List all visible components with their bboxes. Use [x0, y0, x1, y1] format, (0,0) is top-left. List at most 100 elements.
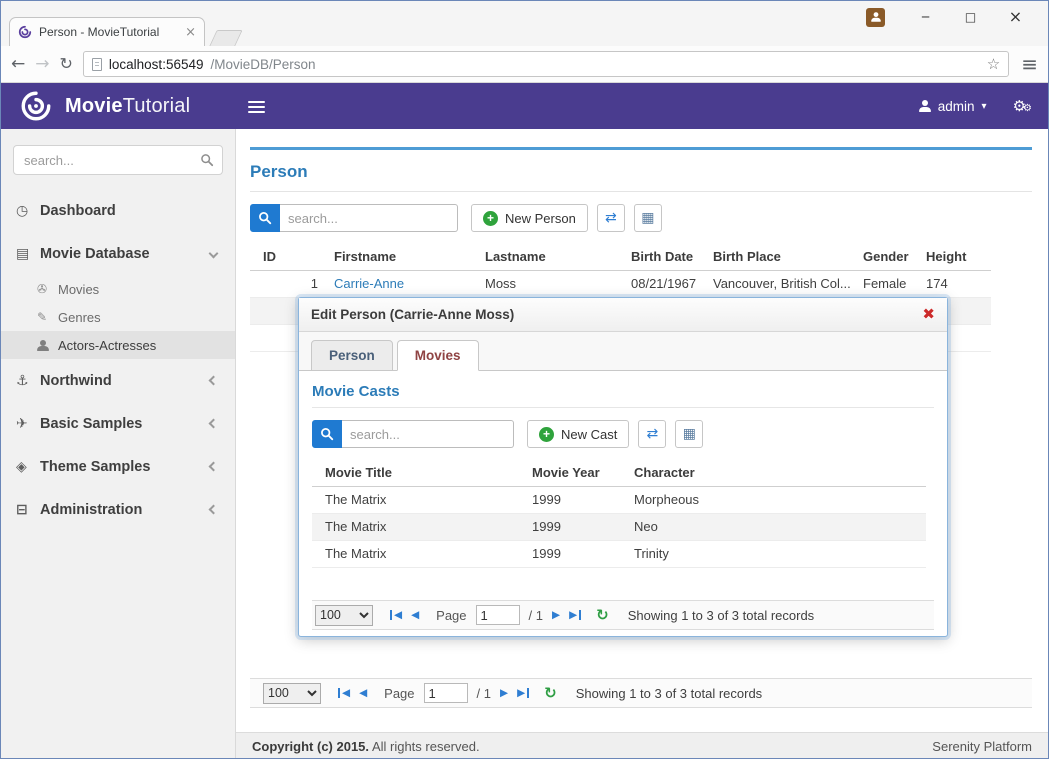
sidebar-item-label: Dashboard: [40, 203, 235, 219]
first-page-button[interactable]: ◀: [390, 610, 402, 621]
copyright: Copyright (c) 2015. All rights reserved.: [252, 739, 480, 754]
column-picker-button[interactable]: ▦: [634, 204, 662, 232]
search-icon: [320, 427, 334, 441]
platform-label: Serenity Platform: [932, 739, 1032, 754]
bookmark-star-icon[interactable]: ☆: [987, 55, 1000, 73]
last-page-button[interactable]: ▶: [517, 688, 529, 699]
grid-search-button[interactable]: [250, 204, 280, 232]
sidebar-item-northwind[interactable]: ⚓Northwind: [1, 359, 235, 402]
grid-header-row: IDFirstnameLastnameBirth DateBirth Place…: [250, 244, 991, 270]
close-button[interactable]: ×: [993, 5, 1038, 29]
sidebar-search-input[interactable]: [13, 145, 223, 175]
sidebar-item-genres[interactable]: ✎Genres: [1, 303, 235, 331]
column-header-character[interactable]: Character: [634, 460, 926, 486]
browser-menu-icon[interactable]: ≡: [1021, 54, 1038, 74]
forward-button[interactable]: →: [35, 56, 49, 73]
sidebar-item-movie-database[interactable]: ▤Movie Database: [1, 232, 235, 275]
minimize-button[interactable]: ─: [903, 5, 948, 29]
user-name: admin: [938, 99, 975, 114]
toggle-deleted-button[interactable]: ⇄: [597, 204, 625, 232]
page-number-input[interactable]: [476, 605, 520, 625]
sidebar-toggle-icon[interactable]: [248, 98, 265, 116]
movie-casts-grid: Movie TitleMovie YearCharacterThe Matrix…: [312, 460, 926, 568]
grid-search-input[interactable]: [280, 204, 458, 232]
back-button[interactable]: ←: [11, 56, 25, 73]
new-person-button[interactable]: + New Person: [471, 204, 588, 232]
sidebar-item-label: Genres: [58, 310, 235, 325]
profile-avatar[interactable]: [866, 8, 885, 27]
column-header-gender[interactable]: Gender: [863, 244, 926, 270]
sidebar: ◷Dashboard▤Movie Database✇Movies✎GenresA…: [1, 129, 236, 759]
sidebar-search: [13, 145, 223, 175]
copyright-strong: Copyright (c) 2015.: [252, 739, 369, 754]
table-cell: Trinity: [634, 540, 926, 567]
table-row[interactable]: The Matrix1999Neo: [312, 513, 926, 540]
column-header-movie-year[interactable]: Movie Year: [532, 460, 634, 486]
column-header-birth-place[interactable]: Birth Place: [713, 244, 863, 270]
basic-samples-icon: ✈: [16, 416, 40, 432]
prev-page-button[interactable]: ◀: [411, 610, 419, 621]
table-cell: The Matrix: [312, 486, 532, 513]
page-count-label: / 1: [477, 686, 491, 701]
record-link[interactable]: Carrie-Anne: [334, 276, 404, 291]
movie-database-icon: ▤: [16, 246, 40, 262]
exchange-arrows-icon: ⇄: [646, 427, 658, 441]
sidebar-item-label: Movie Database: [40, 246, 210, 262]
casts-search-button[interactable]: [312, 420, 342, 448]
sidebar-item-theme-samples[interactable]: ◈Theme Samples: [1, 445, 235, 488]
toggle-deleted-button[interactable]: ⇄: [638, 420, 666, 448]
column-header-lastname[interactable]: Lastname: [485, 244, 631, 270]
column-header-id[interactable]: ID: [250, 244, 334, 270]
column-header-height[interactable]: Height: [926, 244, 991, 270]
new-tab-button[interactable]: [209, 30, 242, 46]
movies-icon: ✇: [37, 282, 58, 296]
sidebar-item-dashboard[interactable]: ◷Dashboard: [1, 189, 235, 232]
column-header-firstname[interactable]: Firstname: [334, 244, 485, 270]
sidebar-item-label: Actors-Actresses: [58, 338, 235, 353]
dialog-toolbar: + New Cast ⇄ ▦: [312, 420, 934, 448]
next-page-button[interactable]: ▶: [552, 610, 560, 621]
dialog-titlebar[interactable]: Edit Person (Carrie-Anne Moss) ✖: [299, 298, 947, 332]
last-page-button[interactable]: ▶: [569, 610, 581, 621]
sidebar-item-label: Administration: [40, 502, 210, 518]
browser-tab[interactable]: Person - MovieTutorial ×: [9, 17, 205, 46]
sidebar-item-administration[interactable]: ⊟Administration: [1, 488, 235, 531]
column-header-movie-title[interactable]: Movie Title: [312, 460, 532, 486]
table-row[interactable]: 1Carrie-AnneMoss08/21/1967Vancouver, Bri…: [250, 270, 991, 297]
column-picker-button[interactable]: ▦: [675, 420, 703, 448]
address-bar[interactable]: localhost:56549 /MovieDB/Person ☆: [83, 51, 1009, 77]
caret-down-icon: ▾: [982, 101, 987, 112]
sidebar-item-label: Northwind: [40, 373, 210, 389]
sidebar-item-movies[interactable]: ✇Movies: [1, 275, 235, 303]
tab-movies[interactable]: Movies: [397, 340, 479, 371]
prev-page-button[interactable]: ◀: [359, 688, 367, 699]
table-cell: Vancouver, British Col...: [713, 270, 863, 297]
page-number-input[interactable]: [424, 683, 468, 703]
new-cast-button[interactable]: + New Cast: [527, 420, 629, 448]
next-page-button[interactable]: ▶: [500, 688, 508, 699]
sidebar-item-basic-samples[interactable]: ✈Basic Samples: [1, 402, 235, 445]
column-header-birth-date[interactable]: Birth Date: [631, 244, 713, 270]
maximize-button[interactable]: □: [948, 5, 993, 29]
pager-status: Showing 1 to 3 of 3 total records: [576, 686, 762, 701]
sidebar-item-actors-actresses[interactable]: Actors-Actresses: [1, 331, 235, 359]
dialog-grid-pager: 100 ◀ ◀ Page / 1 ▶ ▶ ↻ Showing 1 to 3 of…: [312, 600, 934, 630]
page-count-label: / 1: [529, 608, 543, 623]
page-size-select[interactable]: 100: [263, 683, 321, 704]
table-row[interactable]: The Matrix1999Morpheous: [312, 486, 926, 513]
tab-person[interactable]: Person: [311, 340, 393, 371]
first-page-button[interactable]: ◀: [338, 688, 350, 699]
chevron-left-icon: [209, 376, 219, 386]
refresh-icon[interactable]: ↻: [596, 608, 609, 623]
dialog-close-button[interactable]: ✖: [922, 307, 935, 322]
settings-gears-icon[interactable]: ⚙ ⚙: [1013, 99, 1032, 114]
user-menu[interactable]: admin ▾: [919, 99, 987, 114]
refresh-icon[interactable]: ↻: [544, 686, 557, 701]
casts-search-input[interactable]: [342, 420, 514, 448]
page-size-select[interactable]: 100: [315, 605, 373, 626]
table-row[interactable]: The Matrix1999Trinity: [312, 540, 926, 567]
reload-button[interactable]: ↻: [60, 56, 73, 72]
tab-close-icon[interactable]: ×: [185, 26, 196, 39]
brand-light: Tutorial: [123, 95, 191, 117]
browser-toolbar: ← → ↻ localhost:56549 /MovieDB/Person ☆ …: [1, 46, 1048, 83]
